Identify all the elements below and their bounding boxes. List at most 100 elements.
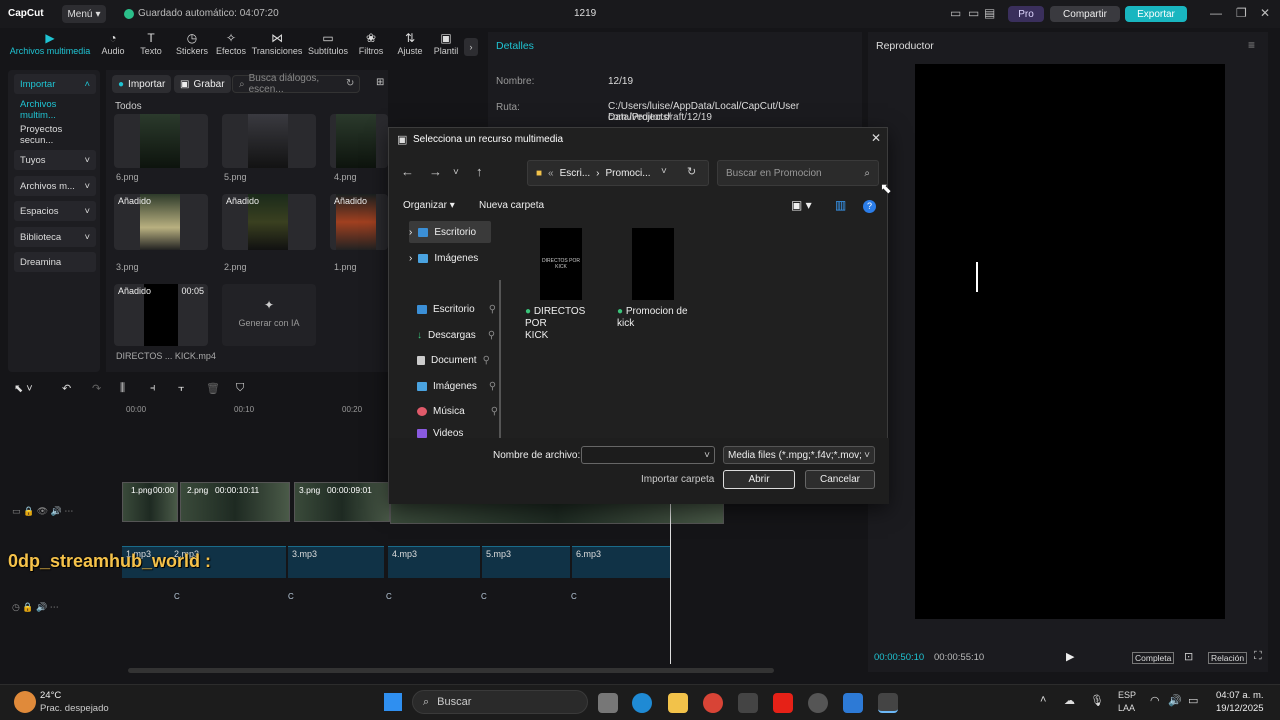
media-item[interactable]: Añadido [222,194,316,250]
split-icon[interactable]: ⫼ [120,382,125,395]
view-icon[interactable]: ⊞ [376,77,384,88]
youtube-icon[interactable] [773,693,793,713]
chrome-icon[interactable] [703,693,723,713]
refresh-icon[interactable]: ↻ [687,165,696,178]
track-controls[interactable]: ▭ 🔒 👁 🔊 ⋯ [12,506,73,517]
clock-date[interactable]: 19/12/2025 [1216,703,1264,714]
close-icon[interactable]: ✕ [1260,6,1270,20]
generate-ai-button[interactable]: ✦ Generar con IA [222,284,316,346]
full-button[interactable]: Completa [1132,652,1175,664]
delete-icon[interactable]: 🗑 [206,382,220,395]
sidebar-item-import[interactable]: Importar ˄ [14,74,96,94]
import-button[interactable]: ● Importar [112,75,172,93]
sidebar-item-yours[interactable]: Tuyos ˅ [14,150,96,170]
fullscreen-icon[interactable]: ⛶ [1254,650,1262,663]
audio-clip[interactable]: 4.mp3 [388,546,480,578]
tool-filters[interactable]: ❀ Filtros [352,30,390,56]
volume-icon[interactable]: 🔊 [1168,694,1182,707]
timeline-clip[interactable]: 2.png 00:00:10:11 [180,482,290,522]
export-button[interactable]: Exportar [1125,6,1187,22]
chevron-up-icon[interactable]: ˄ [1040,694,1046,706]
cursor-tool-icon[interactable]: ⬉ ˅ [14,382,33,395]
task-view-icon[interactable] [598,693,618,713]
dialog-search-input[interactable]: Buscar en Promocion ⌕ [717,160,879,186]
open-button[interactable]: Abrir [723,470,795,489]
file-item[interactable]: ● Promocion de kick [613,228,693,330]
media-item[interactable] [330,114,388,168]
tool-effects[interactable]: ✧ Efectos [212,30,250,56]
cancel-button[interactable]: Cancelar [805,470,875,489]
microphone-icon[interactable]: 🎙 [1090,694,1104,707]
sidebar-item-subprojects[interactable]: Proyectos secun... [14,124,96,146]
tool-media[interactable]: ▶ Archivos multimedia [8,30,92,56]
minimize-icon[interactable]: — [1210,6,1222,20]
media-item[interactable]: Añadido [330,194,388,250]
weather-icon[interactable] [14,691,36,713]
preview-screen[interactable] [915,64,1225,619]
preview-pane-icon[interactable]: ▥ [835,198,846,212]
audio-clip[interactable]: 6.mp3 [572,546,670,578]
refresh-icon[interactable]: ↻ [346,78,354,89]
marker[interactable]: C [174,592,180,601]
help-icon[interactable]: ? [863,200,876,213]
pro-button[interactable]: Pro [1008,6,1044,22]
audio-track-controls[interactable]: ◷ 🔒 🔊 ⋯ [12,602,59,613]
ratio-button[interactable]: Relación [1208,652,1248,664]
app-icon[interactable] [808,693,828,713]
file-type-select[interactable]: Media files (*.mpg;*.f4v;*.mov; ˅ [723,446,875,464]
audio-clip[interactable]: 3.mp3 [288,546,384,578]
import-folder-button[interactable]: Importar carpeta [641,474,714,485]
fit-icon[interactable]: ⊡ [1184,650,1193,663]
tool-adjust[interactable]: ⇅ Ajuste [392,30,428,56]
quick-access-documents[interactable]: Document ⚲ [417,349,490,371]
timeline-clip[interactable]: 1.png 00:00 [122,482,178,522]
media-item-video[interactable]: Añadido 00:05 [114,284,208,346]
quick-access-pictures[interactable]: Imágenes ⚲ [417,375,496,397]
tool-stickers[interactable]: ◷ Stickers [172,30,212,56]
share-button[interactable]: Compartir [1050,6,1120,22]
quick-access-music[interactable]: Música ⚲ [417,400,498,422]
app-icon-2[interactable] [843,693,863,713]
windows-start-icon[interactable] [384,693,402,711]
layout-icon-2[interactable]: ▭ [968,6,979,20]
tool-subtitles[interactable]: ▭ Subtítulos [306,30,350,56]
wifi-icon[interactable]: ◠ [1150,694,1160,707]
sidebar-item-files[interactable]: Archivos m... ˅ [14,176,96,196]
timeline-clip[interactable]: 3.png 00:00:09:01 [294,482,390,522]
tool-transitions[interactable]: ⋈ Transiciones [250,30,304,56]
media-search-input[interactable]: ⌕ Busca diálogos, escen... [232,73,360,95]
capcut-active-icon[interactable] [878,693,898,713]
redo-icon[interactable]: ↷ [92,382,101,395]
file-item[interactable]: DIRECTOS POR KICK ● DIRECTOS POR KICK [521,228,601,342]
close-icon[interactable]: ✕ [871,131,881,145]
cloud-icon[interactable]: ☁ [1064,694,1075,707]
sidebar-item-spaces[interactable]: Espacios ˅ [14,201,96,221]
filename-input[interactable]: ˅ [581,446,715,464]
horizontal-scrollbar[interactable] [128,668,774,673]
chevron-down-icon[interactable]: ˅ [453,167,459,178]
toolbar-scroll-right[interactable]: › [464,38,478,56]
organize-menu[interactable]: Organizar ▾ [403,200,455,211]
keyboard-layout[interactable]: LAA [1118,703,1135,713]
split-right-icon[interactable]: ⫟ [178,382,185,395]
layout-icon[interactable]: ▭ [950,6,961,20]
tool-audio[interactable]: ◔ Audio [96,30,130,56]
view-options-icon[interactable]: ▣ ▾ [791,198,812,212]
shield-icon[interactable]: ⛉ [236,382,244,395]
battery-icon[interactable]: ▭ [1188,694,1198,707]
language[interactable]: ESP [1118,690,1136,700]
tool-text[interactable]: T Texto [134,30,168,56]
forward-icon[interactable]: → [429,164,442,179]
capcut-icon[interactable] [738,693,758,713]
split-left-icon[interactable]: ⫞ [150,382,156,395]
media-item[interactable] [114,114,208,168]
timeline-clip[interactable] [390,502,724,524]
quick-access-downloads[interactable]: ↓ Descargas ⚲ [417,324,495,346]
marker[interactable]: C [288,592,294,601]
play-icon[interactable]: ▶ [1066,650,1074,663]
tree-scrollbar[interactable] [499,280,501,438]
tree-item-desktop[interactable]: › Escritorio [409,221,491,243]
marker[interactable]: C [571,592,577,601]
up-arrow-icon[interactable]: ↑ [476,164,483,179]
sidebar-item-library[interactable]: Biblioteca ˅ [14,227,96,247]
